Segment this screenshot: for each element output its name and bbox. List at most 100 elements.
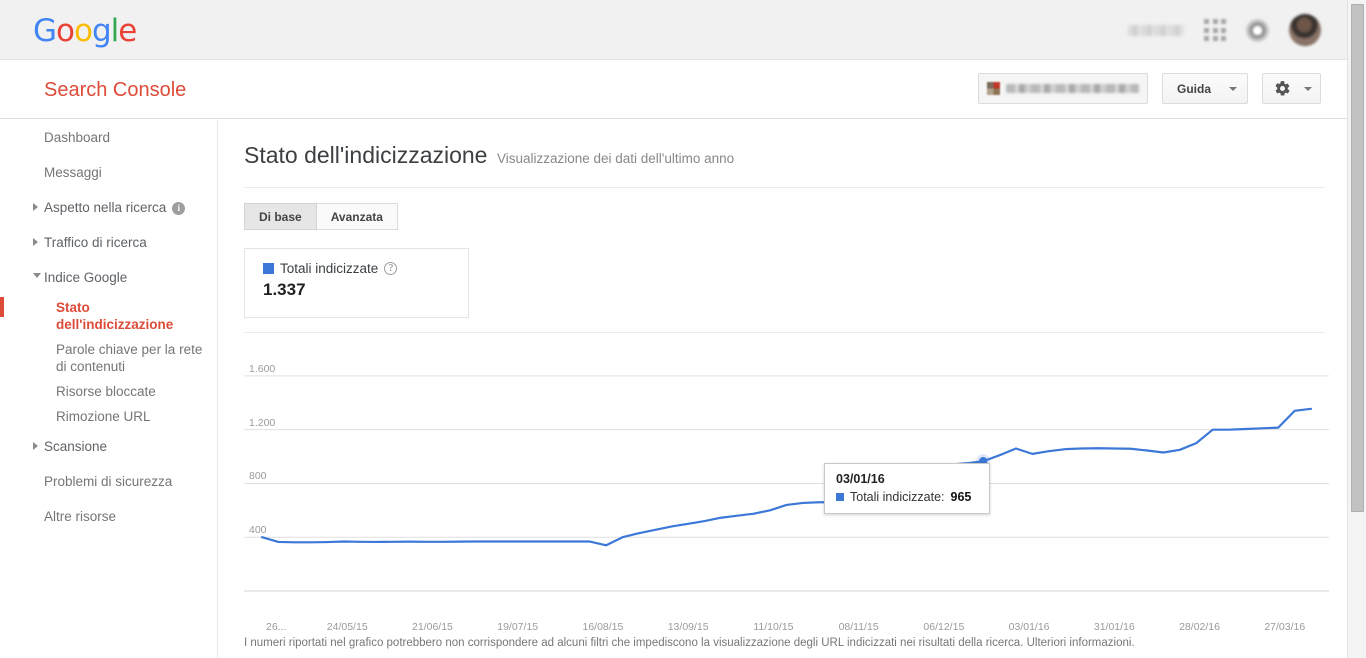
site-selector-value [1005,84,1139,93]
logo-letter-o1: o [56,13,75,49]
chevron-right-icon [33,203,38,211]
sidebar-item-label: Dashboard [44,130,111,145]
header-divider [244,187,1325,188]
sidebar-item-indice-google[interactable]: Indice Google [0,260,217,295]
tooltip-value: 965 [950,490,972,504]
logo-letter-g2: g [91,13,112,49]
tab-avanzata[interactable]: Avanzata [316,203,398,230]
chevron-down-icon [33,273,41,278]
footnote-text: I numeri riportati nel grafico potrebber… [244,637,1024,649]
x-axis-tick-label: 13/09/15 [667,621,709,633]
sidebar-item-rimozione-url[interactable]: Rimozione URL [0,404,217,429]
chevron-down-icon-settings [1304,86,1312,91]
x-axis-tick-label: 11/10/15 [753,621,794,633]
account-name-blurred[interactable] [1128,24,1184,36]
x-axis-tick-label: 28/02/16 [1179,621,1220,633]
site-favicon-icon [986,82,1000,95]
x-axis-tick-label: 06/12/15 [923,621,965,633]
sidebar-item-label: Messaggi [44,165,102,180]
footnote-link[interactable]: Ulteriori informazioni. [1027,637,1135,649]
sidebar-item-label: Problemi di sicurezza [44,474,173,489]
chevron-right-icon [33,238,38,246]
page-subtitle: Visualizzazione dei dati dell'ultimo ann… [496,151,735,166]
product-bar-actions: Guida [977,73,1321,104]
sidebar-item-label: Altre risorse [44,509,117,524]
sidebar-item-problemi-di-sicurezza[interactable]: Problemi di sicurezza [0,464,217,499]
view-tabs: Di base Avanzata [244,203,1347,230]
tooltip-date: 03/01/16 [836,472,885,486]
site-selector[interactable] [977,73,1148,104]
x-axis-tick-label: 21/06/15 [412,621,453,633]
product-title[interactable]: Search Console [44,77,186,103]
google-logo[interactable]: Google [33,13,137,49]
sidebar-item-label: Traffico di ricerca [44,235,147,250]
x-axis-tick-label: 03/01/16 [1008,621,1050,633]
sidebar-item-parole-chiave-per-la-rete-di-contenuti[interactable]: Parole chiave per la rete di contenuti [0,337,217,379]
sidebar-item-messaggi[interactable]: Messaggi [0,155,217,190]
tab-di-base[interactable]: Di base [244,203,317,230]
sidebar-item-scansione[interactable]: Scansione [0,429,217,464]
sidebar-item-stato-dell-indicizzazione[interactable]: Stato dell'indicizzazione [0,295,217,337]
x-axis-tick-label: 08/11/15 [838,621,879,633]
logo-letter-l: l [110,13,120,49]
sidebar-item-label: Rimozione URL [56,409,151,424]
chart-tooltip: 03/01/16 Totali indicizzate: 965 [824,463,990,514]
sidebar-item-label: Indice Google [44,270,128,285]
help-button-label: Guida [1176,81,1211,96]
page-header: Stato dell'indicizzazione Visualizzazion… [219,120,1347,169]
x-axis-tick-label: 16/08/15 [582,621,624,633]
x-axis-tick-label: 26... [266,621,287,633]
google-bar: Google [0,0,1347,60]
product-bar: Search Console Guida [0,61,1347,119]
x-axis-tick-label: 19/07/15 [497,621,539,633]
chevron-down-icon [1229,86,1237,91]
logo-letter-o2: o [74,13,93,49]
tooltip-swatch-icon [836,493,844,501]
sidebar-item-traffico-di-ricerca[interactable]: Traffico di ricerca [0,225,217,260]
help-button[interactable]: Guida [1161,73,1248,104]
gear-icon [1275,81,1290,96]
page-scrollbar-thumb[interactable] [1351,4,1364,512]
stat-card-totali-indicizzate: Totali indicizzate ? 1.337 [244,248,469,318]
google-bar-actions [1128,0,1321,60]
y-axis-tick-label: 400 [249,524,267,537]
avatar[interactable] [1289,14,1321,46]
x-axis-tick-label: 31/01/16 [1093,621,1135,633]
stat-card-label: Totali indicizzate [280,261,379,276]
page-scrollbar[interactable] [1347,0,1366,658]
search-console-page: Google Search Console Guida Dashboard Me… [0,0,1366,658]
settings-button[interactable] [1262,73,1321,104]
apps-grid-icon[interactable] [1204,19,1226,41]
tooltip-series-row: Totali indicizzate: 965 [836,490,978,504]
info-icon[interactable]: i [172,202,186,215]
sidebar-item-label: Scansione [44,439,108,454]
sidebar-item-label: Stato dell'indicizzazione [56,300,174,332]
sidebar-item-label: Parole chiave per la rete di contenuti [56,342,203,374]
chevron-right-icon [33,442,38,450]
x-axis-tick-label: 24/05/15 [326,621,368,633]
x-axis-tick-label: 27/03/16 [1264,621,1306,633]
help-question-icon[interactable]: ? [384,262,398,275]
tooltip-series-label: Totali indicizzate: [850,490,945,504]
logo-letter-g1: G [33,13,57,49]
sidebar-item-dashboard[interactable]: Dashboard [0,120,217,155]
y-axis-tick-label: 800 [249,470,267,483]
sidebar-item-label: Aspetto nella ricerca [44,200,167,215]
chart-canvas [244,375,1329,592]
main-content: Stato dell'indicizzazione Visualizzazion… [219,120,1347,658]
y-axis-tick-label: 1.600 [249,362,276,375]
stat-card-value: 1.337 [263,280,306,299]
stat-card-legend: Totali indicizzate ? [263,261,468,276]
page-title: Stato dell'indicizzazione [244,142,488,168]
indexing-status-chart: 03/01/16 Totali indicizzate: 965 400 800 1… [244,333,1329,633]
sidebar-item-aspetto-nella-ricerca[interactable]: Aspetto nella ricerca i [0,190,217,225]
y-axis-tick-label: 1.200 [249,416,276,429]
sidebar-item-altre-risorse[interactable]: Altre risorse [0,499,217,534]
legend-swatch-icon [263,263,274,274]
chart-footnote: I numeri riportati nel grafico potrebber… [244,636,1304,651]
notifications-bell-icon[interactable] [1246,18,1269,42]
logo-letter-e: e [118,13,137,49]
sidebar-item-label: Risorse bloccate [56,384,156,399]
sidebar-item-risorse-bloccate[interactable]: Risorse bloccate [0,379,217,404]
sidebar: Dashboard Messaggi Aspetto nella ricerca i T… [0,120,218,658]
